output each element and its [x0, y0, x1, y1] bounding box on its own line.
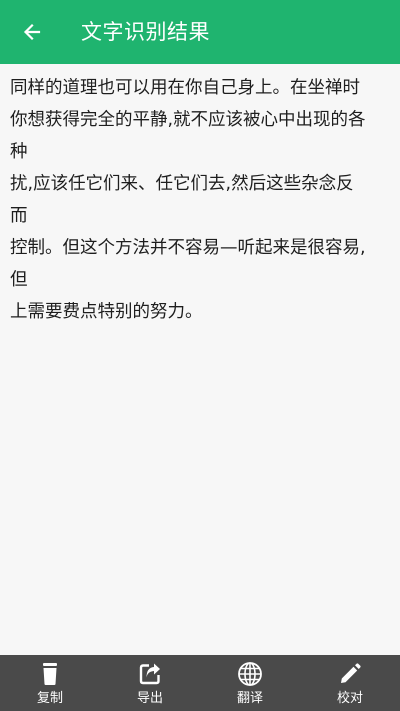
trash-icon	[37, 661, 63, 687]
page-title: 文字识别结果	[81, 20, 210, 44]
bottom-toolbar: 复制 导出 翻译 校对	[0, 655, 400, 711]
globe-icon	[237, 661, 263, 687]
text-line: 控制。但这个方法并不容易—听起来是很容易,	[10, 238, 366, 258]
export-button[interactable]: 导出	[100, 655, 200, 711]
text-line: 扰,应该任它们来、任它们去,然后这些杂念反	[10, 174, 354, 194]
export-label: 导出	[136, 691, 163, 706]
app-bar: 文字识别结果	[0, 0, 400, 64]
text-line: 上需要费点特别的努力。	[10, 302, 203, 322]
back-button[interactable]	[12, 12, 52, 52]
text-line: 种	[10, 142, 28, 162]
translate-label: 翻译	[236, 691, 263, 706]
pencil-icon	[337, 661, 363, 687]
text-line: 而	[10, 206, 28, 226]
proofread-button[interactable]: 校对	[300, 655, 400, 711]
ocr-result-text[interactable]: 同样的道理也可以用在你自己身上。在坐禅时 你想获得完全的平静,就不应该被心中出现…	[10, 72, 392, 328]
text-line: 但	[10, 270, 28, 290]
text-line: 同样的道理也可以用在你自己身上。在坐禅时	[10, 78, 360, 98]
copy-button[interactable]: 复制	[0, 655, 100, 711]
copy-label: 复制	[36, 691, 63, 706]
proofread-label: 校对	[336, 691, 363, 706]
arrow-left-icon	[22, 22, 42, 42]
translate-button[interactable]: 翻译	[200, 655, 300, 711]
text-line: 你想获得完全的平静,就不应该被心中出现的各	[10, 110, 366, 130]
share-icon	[137, 661, 163, 687]
